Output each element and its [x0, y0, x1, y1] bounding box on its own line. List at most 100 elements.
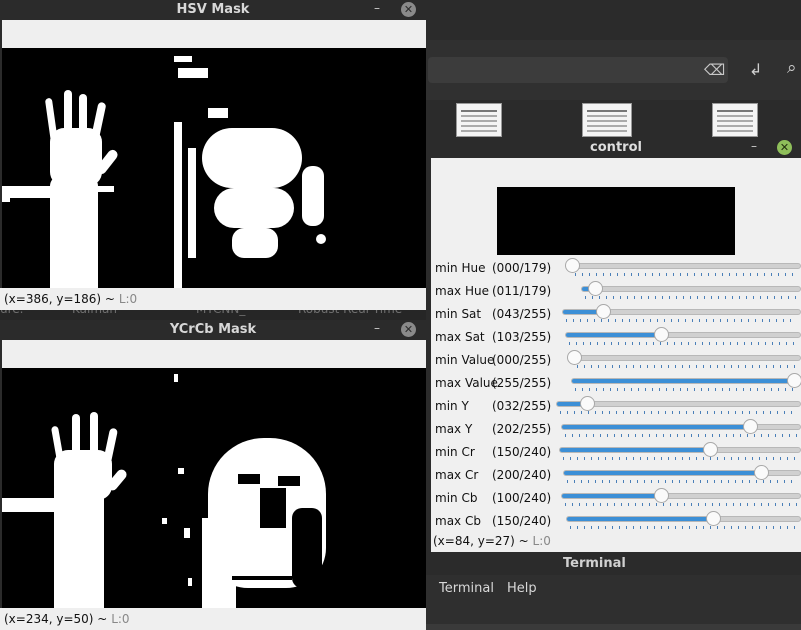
cursor-position: (x=386, y=186) ~: [4, 292, 115, 306]
slider-ticks: [566, 319, 797, 322]
slider-row: min Y (032/255): [431, 396, 801, 419]
slider-ticks: [563, 457, 797, 460]
slider-track[interactable]: [563, 465, 801, 480]
slider-fill: [562, 494, 662, 498]
level-indicator: L:0: [118, 292, 138, 306]
enter-icon[interactable]: ↲: [749, 60, 762, 79]
slider-row: max Sat (103/255): [431, 327, 801, 350]
window-title[interactable]: control: [431, 138, 801, 158]
ycrcb-mask-window: YCrCb Mask – ✕ (x=234, y=50) ~ L:0: [0, 320, 426, 630]
slider-label: min Cr: [435, 445, 475, 459]
image-toolbar: [2, 20, 426, 48]
slider-value: (011/179): [492, 284, 552, 298]
slider-track[interactable]: [556, 396, 801, 411]
slider-row: max Cr (200/240): [431, 465, 801, 488]
slider-handle[interactable]: [580, 396, 596, 411]
slider-track[interactable]: [566, 511, 801, 526]
slider-track[interactable]: [565, 258, 801, 273]
slider-fill: [567, 517, 713, 521]
slider-handle[interactable]: [596, 304, 612, 319]
slider-ticks: [565, 503, 797, 506]
slider-track[interactable]: [561, 488, 801, 503]
slider-track[interactable]: [567, 350, 801, 365]
menu-terminal[interactable]: Terminal: [439, 581, 494, 596]
slider-handle[interactable]: [653, 327, 669, 342]
cursor-position: (x=84, y=27) ~: [433, 534, 529, 548]
clear-search-icon[interactable]: ⌫: [704, 61, 725, 79]
file-thumbnail[interactable]: [712, 103, 758, 137]
slider-label: max Cr: [435, 468, 479, 482]
slider-row: min Cb (100/240): [431, 488, 801, 511]
slider-label: max Y: [435, 422, 473, 436]
level-indicator: L:0: [532, 534, 551, 548]
slider-fill: [562, 425, 751, 429]
slider-ticks: [577, 365, 797, 368]
slider-row: min Hue (000/179): [431, 258, 801, 281]
slider-row: max Value (255/255): [431, 373, 801, 396]
control-window: control – ✕ min Hue (000/179) max Hue (011/…: [431, 138, 801, 552]
close-icon[interactable]: ✕: [777, 140, 792, 155]
slider-value: (032/255): [492, 399, 552, 413]
slider-handle[interactable]: [588, 281, 604, 296]
slider-ticks: [567, 480, 797, 483]
minimize-icon[interactable]: –: [374, 321, 380, 335]
slider-label: min Value: [435, 353, 495, 367]
slider-label: min Hue: [435, 261, 486, 275]
search-field[interactable]: [428, 57, 728, 83]
window-title[interactable]: YCrCb Mask: [0, 320, 426, 340]
slider-track[interactable]: [561, 419, 801, 434]
slider-value: (000/255): [492, 353, 552, 367]
slider-track[interactable]: [565, 327, 801, 342]
slider-fill: [564, 471, 761, 475]
slider-handle[interactable]: [705, 511, 721, 526]
ycrcb-mask-image[interactable]: [2, 368, 426, 608]
slider-value: (103/255): [492, 330, 552, 344]
terminal-title: Terminal: [563, 556, 626, 571]
close-icon[interactable]: ✕: [401, 322, 416, 337]
slider-ticks: [570, 526, 797, 529]
slider-handle[interactable]: [753, 465, 769, 480]
slider-value: (100/240): [492, 491, 552, 505]
slider-label: min Sat: [435, 307, 482, 321]
slider-handle[interactable]: [565, 258, 580, 273]
slider-label: min Y: [435, 399, 469, 413]
slider-ticks: [585, 296, 797, 299]
ycrcb-status-bar: (x=234, y=50) ~ L:0: [0, 608, 426, 630]
slider-value: (255/255): [492, 376, 552, 390]
search-icon[interactable]: ⌕: [787, 58, 797, 78]
slider-handle[interactable]: [567, 350, 582, 365]
slider-row: min Cr (150/240): [431, 442, 801, 465]
minimize-icon[interactable]: –: [751, 139, 757, 153]
hsv-status-bar: (x=386, y=186) ~ L:0: [0, 288, 426, 310]
minimize-icon[interactable]: –: [374, 1, 380, 15]
slider-row: min Sat (043/255): [431, 304, 801, 327]
slider-handle[interactable]: [703, 442, 718, 457]
hsv-mask-window: HSV Mask – ✕ (x=386, y=186) ~ L:0: [0, 0, 426, 310]
file-thumbnail[interactable]: [582, 103, 632, 137]
slider-track[interactable]: [581, 281, 801, 296]
slider-value: (000/179): [492, 261, 552, 275]
slider-track[interactable]: [562, 304, 801, 319]
slider-label: max Sat: [435, 330, 485, 344]
slider-track[interactable]: [559, 442, 801, 457]
slider-handle[interactable]: [787, 373, 801, 388]
slider-handle[interactable]: [654, 488, 670, 503]
slider-value: (150/240): [492, 445, 552, 459]
file-thumbnail[interactable]: [456, 103, 502, 137]
slider-label: max Value: [435, 376, 498, 390]
menu-help[interactable]: Help: [507, 581, 537, 596]
slider-ticks: [565, 434, 797, 437]
slider-value: (200/240): [492, 468, 552, 482]
slider-label: max Hue: [435, 284, 489, 298]
hsv-mask-image[interactable]: [2, 48, 426, 288]
window-title[interactable]: HSV Mask: [0, 0, 426, 20]
close-icon[interactable]: ✕: [401, 2, 416, 17]
slider-ticks: [560, 411, 797, 414]
slider-label: min Cb: [435, 491, 478, 505]
slider-ticks: [575, 273, 797, 276]
slider-row: min Value (000/255): [431, 350, 801, 373]
preview-image: [497, 187, 735, 255]
slider-ticks: [569, 342, 797, 345]
slider-handle[interactable]: [743, 419, 759, 434]
slider-track[interactable]: [571, 373, 801, 388]
